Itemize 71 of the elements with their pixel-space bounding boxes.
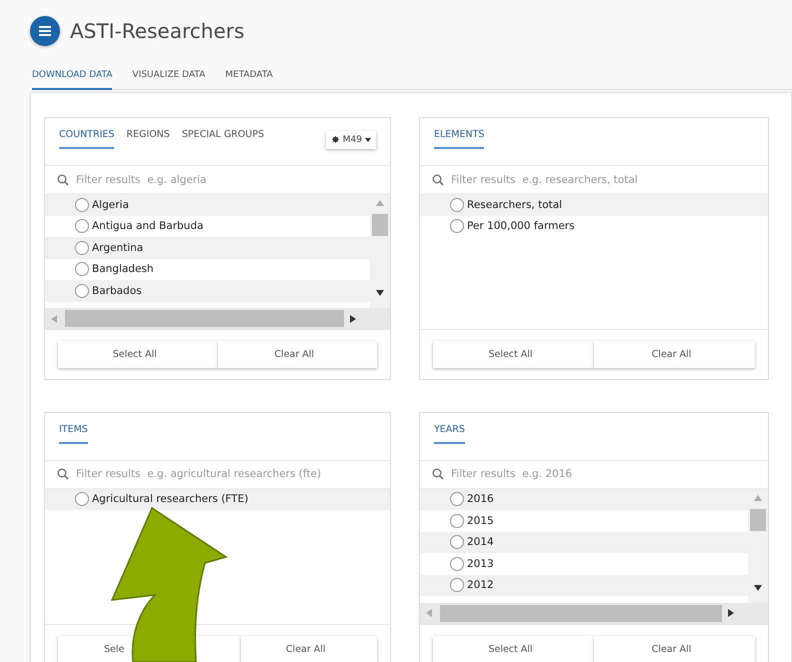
radio-button[interactable] bbox=[450, 219, 464, 234]
horizontal-scrollbar[interactable] bbox=[420, 602, 768, 624]
select-all-button[interactable]: Select All bbox=[58, 341, 218, 368]
menu-button[interactable] bbox=[30, 16, 60, 46]
list-item-label[interactable]: Barbados bbox=[92, 284, 142, 297]
list-item-label[interactable]: 2016 bbox=[467, 493, 494, 506]
panel-tab[interactable]: SPECIAL GROUPS bbox=[182, 129, 264, 149]
list-item-label[interactable]: 2012 bbox=[467, 579, 494, 592]
scroll-thumb[interactable] bbox=[750, 508, 766, 530]
list-item-label[interactable]: 2015 bbox=[467, 514, 494, 527]
radio-button[interactable] bbox=[75, 198, 89, 212]
caret-icon bbox=[365, 138, 371, 142]
vertical-scrollbar[interactable] bbox=[370, 194, 390, 308]
scroll-thumb[interactable] bbox=[440, 604, 722, 622]
page-tab[interactable]: DOWNLOAD DATA bbox=[32, 66, 112, 90]
clear-all-button[interactable]: Clear All bbox=[240, 636, 377, 662]
clear-all-button[interactable]: Clear All bbox=[218, 341, 377, 368]
select-all-button[interactable]: Select All bbox=[433, 341, 594, 368]
scroll-left-icon[interactable] bbox=[426, 609, 434, 617]
gear-icon bbox=[330, 135, 340, 144]
list-item-label[interactable]: 2014 bbox=[467, 536, 494, 548]
page-tab[interactable]: METADATA bbox=[225, 66, 273, 90]
page-tab[interactable]: VISUALIZE DATA bbox=[132, 66, 206, 90]
search-icon bbox=[57, 468, 69, 480]
page-title: ASTI-Researchers bbox=[70, 18, 244, 42]
scroll-up-icon[interactable] bbox=[754, 494, 762, 502]
radio-button[interactable] bbox=[75, 240, 89, 255]
clear-all-button[interactable]: Clear All bbox=[594, 341, 755, 368]
settings-button[interactable]: M49 bbox=[326, 130, 376, 148]
filter-field[interactable]: Filter results e.g. agricultural researchers (fte) bbox=[74, 467, 378, 481]
filter-field[interactable]: Filter results e.g. algeria bbox=[74, 172, 378, 186]
radio-button[interactable] bbox=[450, 556, 464, 571]
search-icon bbox=[432, 468, 444, 480]
scroll-down-icon[interactable] bbox=[754, 584, 762, 592]
vertical-scrollbar[interactable] bbox=[748, 488, 768, 602]
panel-tab[interactable]: ITEMS bbox=[59, 424, 88, 444]
list-item-label[interactable]: Per 100,000 farmers bbox=[467, 220, 575, 232]
list-item-label[interactable]: 2013 bbox=[467, 558, 494, 570]
radio-button[interactable] bbox=[75, 262, 89, 276]
scroll-up-icon[interactable] bbox=[376, 200, 384, 208]
filter-field[interactable]: Filter results e.g. 2016 bbox=[449, 467, 756, 481]
list-item-label[interactable]: Argentina bbox=[92, 242, 144, 254]
radio-button[interactable] bbox=[450, 535, 464, 550]
scroll-thumb[interactable] bbox=[372, 214, 388, 236]
radio-button[interactable] bbox=[75, 284, 89, 298]
radio-button[interactable] bbox=[75, 492, 89, 506]
horizontal-scrollbar[interactable] bbox=[45, 308, 390, 329]
panel-tab[interactable]: COUNTRIES bbox=[59, 129, 114, 149]
menu-icon bbox=[39, 26, 51, 36]
search-icon bbox=[57, 174, 69, 186]
list-item-label[interactable]: Researchers, total bbox=[467, 198, 562, 211]
panel-tab[interactable]: YEARS bbox=[434, 424, 465, 444]
search-icon bbox=[432, 174, 444, 186]
clear-all-button[interactable]: Clear All bbox=[594, 636, 755, 662]
radio-button[interactable] bbox=[450, 492, 464, 506]
radio-button[interactable] bbox=[450, 578, 464, 592]
radio-button[interactable] bbox=[75, 219, 89, 234]
list-item-label[interactable]: Antigua and Barbuda bbox=[92, 220, 204, 232]
list-item-label[interactable]: Algeria bbox=[92, 198, 129, 211]
radio-button[interactable] bbox=[450, 514, 464, 528]
scroll-right-icon[interactable] bbox=[728, 609, 736, 617]
filter-field[interactable]: Filter results e.g. researchers, total bbox=[449, 172, 756, 186]
scroll-thumb[interactable] bbox=[65, 310, 344, 327]
list-item-label[interactable]: Bangladesh bbox=[92, 263, 154, 276]
radio-button[interactable] bbox=[450, 198, 464, 212]
panel-tab[interactable]: REGIONS bbox=[126, 129, 170, 149]
scroll-right-icon[interactable] bbox=[350, 314, 358, 322]
panel-tab[interactable]: ELEMENTS bbox=[434, 129, 484, 149]
scroll-down-icon[interactable] bbox=[376, 290, 384, 298]
select-all-button[interactable]: Select All bbox=[433, 636, 594, 662]
scroll-left-icon[interactable] bbox=[51, 314, 59, 322]
